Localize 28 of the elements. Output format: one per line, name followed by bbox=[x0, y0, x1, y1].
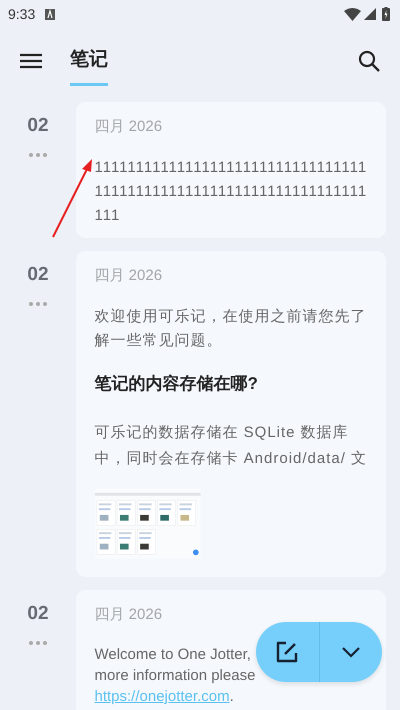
menu-icon[interactable] bbox=[20, 53, 42, 69]
note-card[interactable]: 四月 2026 欢迎使用可乐记，在使用之前请您先了解一些常见问题。 笔记的内容存储在哪? 可乐记的数据存储在 SQLite 数据库中，同时会在存储卡 Android/data/ 文 bbox=[76, 251, 386, 577]
note-text: Welcome to One Jotter, bbox=[94, 645, 251, 665]
more-icon[interactable] bbox=[28, 641, 48, 645]
signal-icon bbox=[364, 8, 376, 20]
note-card[interactable]: 四月 2026 111111111111111111111111111111111111111111111111111111111111111111111 bbox=[76, 102, 386, 238]
more-icon[interactable] bbox=[28, 153, 48, 157]
clock-time: 9:33 bbox=[8, 4, 36, 24]
note-text: 可乐记的数据存储在 SQLite 数据库中，同时会在存储卡 Android/data/ 文 bbox=[94, 423, 368, 469]
note-heading: 笔记的内容存储在哪? bbox=[94, 373, 259, 395]
period-text: . bbox=[230, 688, 234, 705]
note-text: 111111111111111111111111111111111111111111111111111111111111111111111 bbox=[94, 158, 368, 226]
edit-icon bbox=[275, 640, 300, 664]
wifi-icon bbox=[344, 8, 361, 20]
day-number: 02 bbox=[27, 604, 49, 623]
notification-icon bbox=[45, 8, 56, 20]
chevron-down-icon bbox=[340, 646, 361, 658]
note-date: 四月 2026 bbox=[94, 606, 164, 624]
day-number: 02 bbox=[27, 116, 49, 135]
search-icon[interactable] bbox=[358, 50, 380, 72]
day-number: 02 bbox=[27, 265, 49, 284]
note-text: 欢迎使用可乐记，在使用之前请您先了解一些常见问题。 bbox=[94, 307, 368, 351]
note-date: 四月 2026 bbox=[94, 267, 164, 285]
notes-tab[interactable]: 笔记 bbox=[70, 36, 108, 86]
more-icon[interactable] bbox=[28, 302, 48, 306]
note-text: more information please bbox=[94, 666, 256, 686]
note-date: 四月 2026 bbox=[94, 118, 164, 136]
battery-icon bbox=[382, 7, 390, 21]
